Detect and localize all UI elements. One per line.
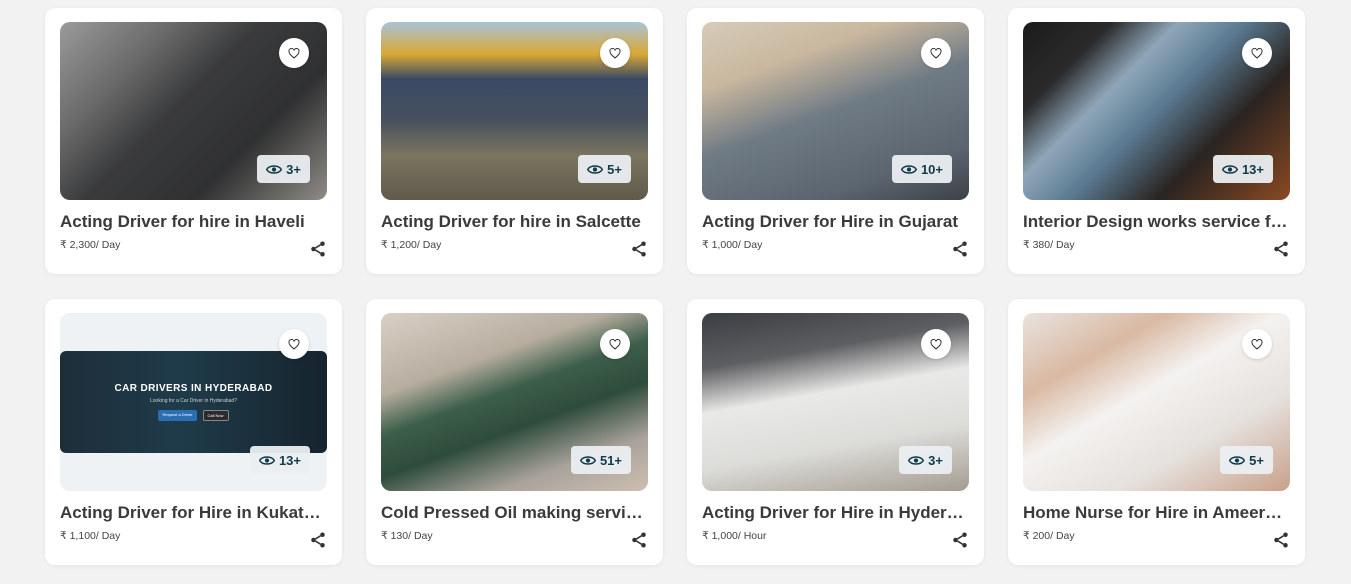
banner-title: CAR DRIVERS IN HYDERABAD [114,383,273,394]
share-icon[interactable] [309,531,327,549]
listing-card[interactable]: 13+ Interior Design works service fo... … [1008,8,1305,274]
share-icon[interactable] [951,240,969,258]
listing-price: ₹ 1,200/ Day [381,239,442,251]
views-count: 3+ [286,161,301,177]
eye-icon [587,164,604,174]
share-icon[interactable] [309,240,327,258]
views-badge: 3+ [899,446,952,474]
listing-title[interactable]: Acting Driver for Hire in Hydera... [702,503,969,523]
views-badge: 13+ [249,446,310,474]
share-icon[interactable] [1272,531,1290,549]
listing-price: ₹ 130/ Day [381,530,433,542]
favorite-button[interactable] [1242,38,1272,68]
heart-outline-icon [930,47,942,59]
views-badge: 3+ [257,155,310,183]
heart-outline-icon [1251,338,1263,350]
listing-price: ₹ 1,000/ Day [702,239,763,251]
eye-icon [266,164,283,174]
listing-image[interactable]: 10+ [702,22,969,200]
banner-call-button: Call Now [202,410,229,421]
favorite-button[interactable] [1242,329,1272,359]
listing-card[interactable]: 5+ Acting Driver for hire in Salcette ₹ … [366,8,663,274]
listing-card[interactable]: 3+ Acting Driver for hire in Haveli ₹ 2,… [45,8,342,274]
listing-card[interactable]: 10+ Acting Driver for Hire in Gujarat ₹ … [687,8,984,274]
listing-card[interactable]: CAR DRIVERS IN HYDERABAD Looking for a C… [45,299,342,565]
views-count: 10+ [920,161,943,177]
eye-icon [1229,455,1246,465]
listing-image[interactable]: 5+ [381,22,648,200]
listing-price: ₹ 1,000/ Hour [702,530,767,542]
listing-price: ₹ 200/ Day [1023,530,1075,542]
listing-price: ₹ 380/ Day [1023,239,1075,251]
listing-image[interactable]: 51+ [381,313,648,491]
heart-outline-icon [1251,47,1263,59]
views-badge: 5+ [578,155,631,183]
views-count: 13+ [278,452,301,468]
banner-subtitle: Looking for a Car Driver in Hyderabad? [150,398,237,404]
listing-title[interactable]: Acting Driver for hire in Salcette [381,212,648,232]
share-icon[interactable] [951,531,969,549]
listing-title[interactable]: Cold Pressed Oil making servic... [381,503,648,523]
views-count: 13+ [1241,161,1264,177]
views-badge: 51+ [570,446,631,474]
listing-image[interactable]: 3+ [702,313,969,491]
views-count: 5+ [1249,452,1264,468]
promo-banner: CAR DRIVERS IN HYDERABAD Looking for a C… [60,351,327,453]
listing-title[interactable]: Acting Driver for hire in Haveli [60,212,327,232]
listing-title[interactable]: Home Nurse for Hire in Ameerpet [1023,503,1290,523]
listing-card[interactable]: 51+ Cold Pressed Oil making servic... ₹ … [366,299,663,565]
views-count: 51+ [599,452,622,468]
listing-title[interactable]: Acting Driver for Hire in Kukatp... [60,503,327,523]
listing-image[interactable]: CAR DRIVERS IN HYDERABAD Looking for a C… [60,313,327,491]
listing-price: ₹ 1,100/ Day [60,530,121,542]
views-count: 3+ [928,452,943,468]
favorite-button[interactable] [600,329,630,359]
heart-outline-icon [288,338,300,350]
views-count: 5+ [607,161,622,177]
banner-request-button: Request a Driver [158,410,197,421]
heart-outline-icon [609,338,621,350]
views-badge: 5+ [1220,446,1273,474]
favorite-button[interactable] [921,329,951,359]
heart-outline-icon [288,47,300,59]
share-icon[interactable] [630,240,648,258]
heart-outline-icon [609,47,621,59]
listing-image[interactable]: 5+ [1023,313,1290,491]
eye-icon [908,455,925,465]
favorite-button[interactable] [279,38,309,68]
listing-card[interactable]: 3+ Acting Driver for Hire in Hydera... ₹… [687,299,984,565]
listing-image[interactable]: 13+ [1023,22,1290,200]
favorite-button[interactable] [921,38,951,68]
eye-icon [1221,164,1238,174]
favorite-button[interactable] [600,38,630,68]
listing-image[interactable]: 3+ [60,22,327,200]
heart-outline-icon [930,338,942,350]
listing-price: ₹ 2,300/ Day [60,239,121,251]
views-badge: 13+ [1212,155,1273,183]
listing-card[interactable]: 5+ Home Nurse for Hire in Ameerpet ₹ 200… [1008,299,1305,565]
views-badge: 10+ [891,155,952,183]
eye-icon [900,164,917,174]
listing-title[interactable]: Interior Design works service fo... [1023,212,1290,232]
share-icon[interactable] [1272,240,1290,258]
eye-icon [258,455,275,465]
eye-icon [579,455,596,465]
favorite-button[interactable] [279,329,309,359]
listing-grid: 3+ Acting Driver for hire in Haveli ₹ 2,… [45,8,1305,565]
listing-title[interactable]: Acting Driver for Hire in Gujarat [702,212,969,232]
share-icon[interactable] [630,531,648,549]
